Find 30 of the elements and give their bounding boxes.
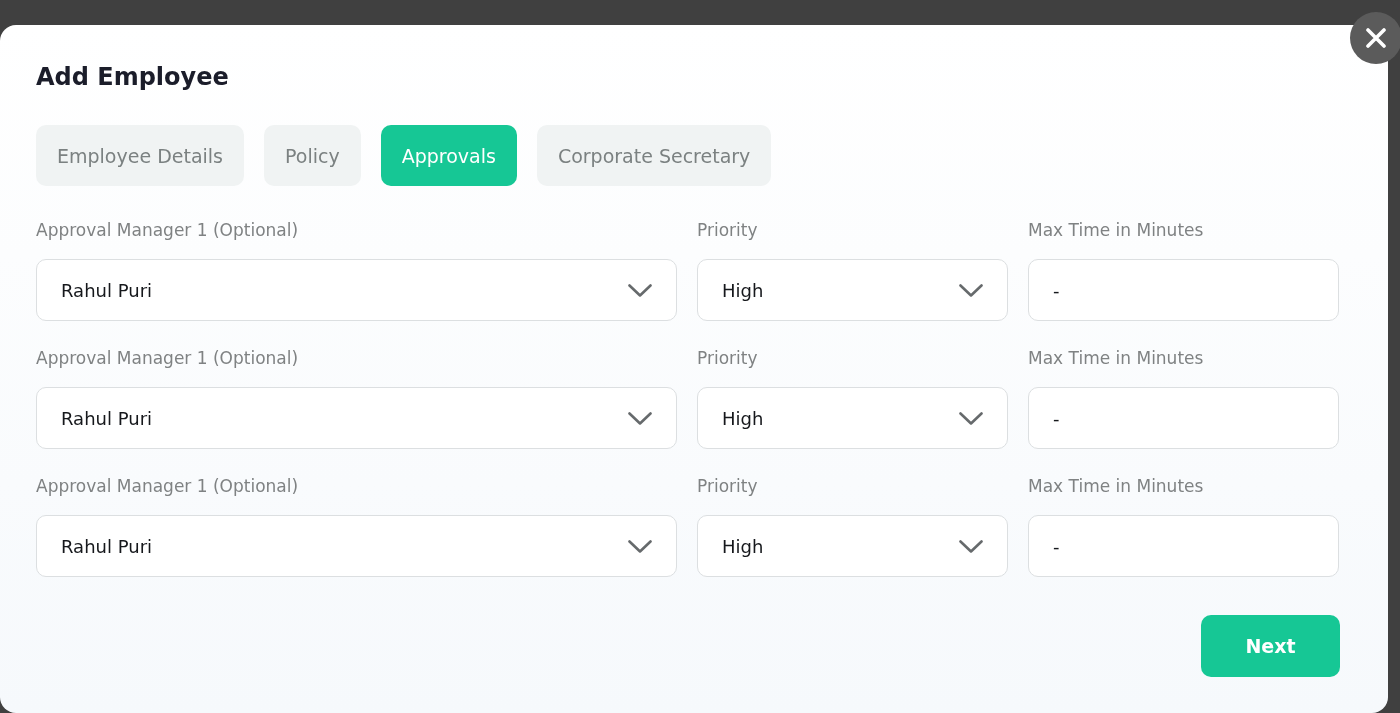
manager-dropdown[interactable]: Rahul Puri: [36, 387, 677, 449]
priority-dropdown[interactable]: High: [697, 515, 1008, 577]
field-label: Max Time in Minutes: [1028, 475, 1204, 497]
manager-dropdown[interactable]: Rahul Puri: [36, 259, 677, 321]
max-time-input[interactable]: -: [1028, 515, 1339, 577]
dialog-title: Add Employee: [36, 62, 230, 93]
field-label: Approval Manager 1 (Optional): [36, 475, 299, 497]
priority-dropdown[interactable]: High: [697, 259, 1008, 321]
field-label: Priority: [697, 219, 758, 241]
manager-dropdown[interactable]: Rahul Puri: [36, 515, 677, 577]
field-label: Max Time in Minutes: [1028, 347, 1204, 369]
field-label: Priority: [697, 347, 758, 369]
chevron-down-icon: [628, 283, 652, 297]
close-button[interactable]: [1350, 12, 1400, 64]
field-label: Priority: [697, 475, 758, 497]
chevron-down-icon: [628, 411, 652, 425]
chevron-down-icon: [959, 283, 983, 297]
tab[interactable]: Corporate Secretary: [536, 125, 772, 186]
field-label: Max Time in Minutes: [1028, 219, 1204, 241]
chevron-down-icon: [959, 539, 983, 553]
max-time-input[interactable]: -: [1028, 259, 1339, 321]
field-label: Approval Manager 1 (Optional): [36, 347, 299, 369]
chevron-down-icon: [959, 411, 983, 425]
tab[interactable]: Policy: [264, 125, 361, 186]
chevron-down-icon: [628, 539, 652, 553]
tab[interactable]: Employee Details: [36, 125, 244, 186]
close-icon: [1366, 28, 1386, 48]
field-label: Approval Manager 1 (Optional): [36, 219, 299, 241]
max-time-input[interactable]: -: [1028, 387, 1339, 449]
priority-dropdown[interactable]: High: [697, 387, 1008, 449]
